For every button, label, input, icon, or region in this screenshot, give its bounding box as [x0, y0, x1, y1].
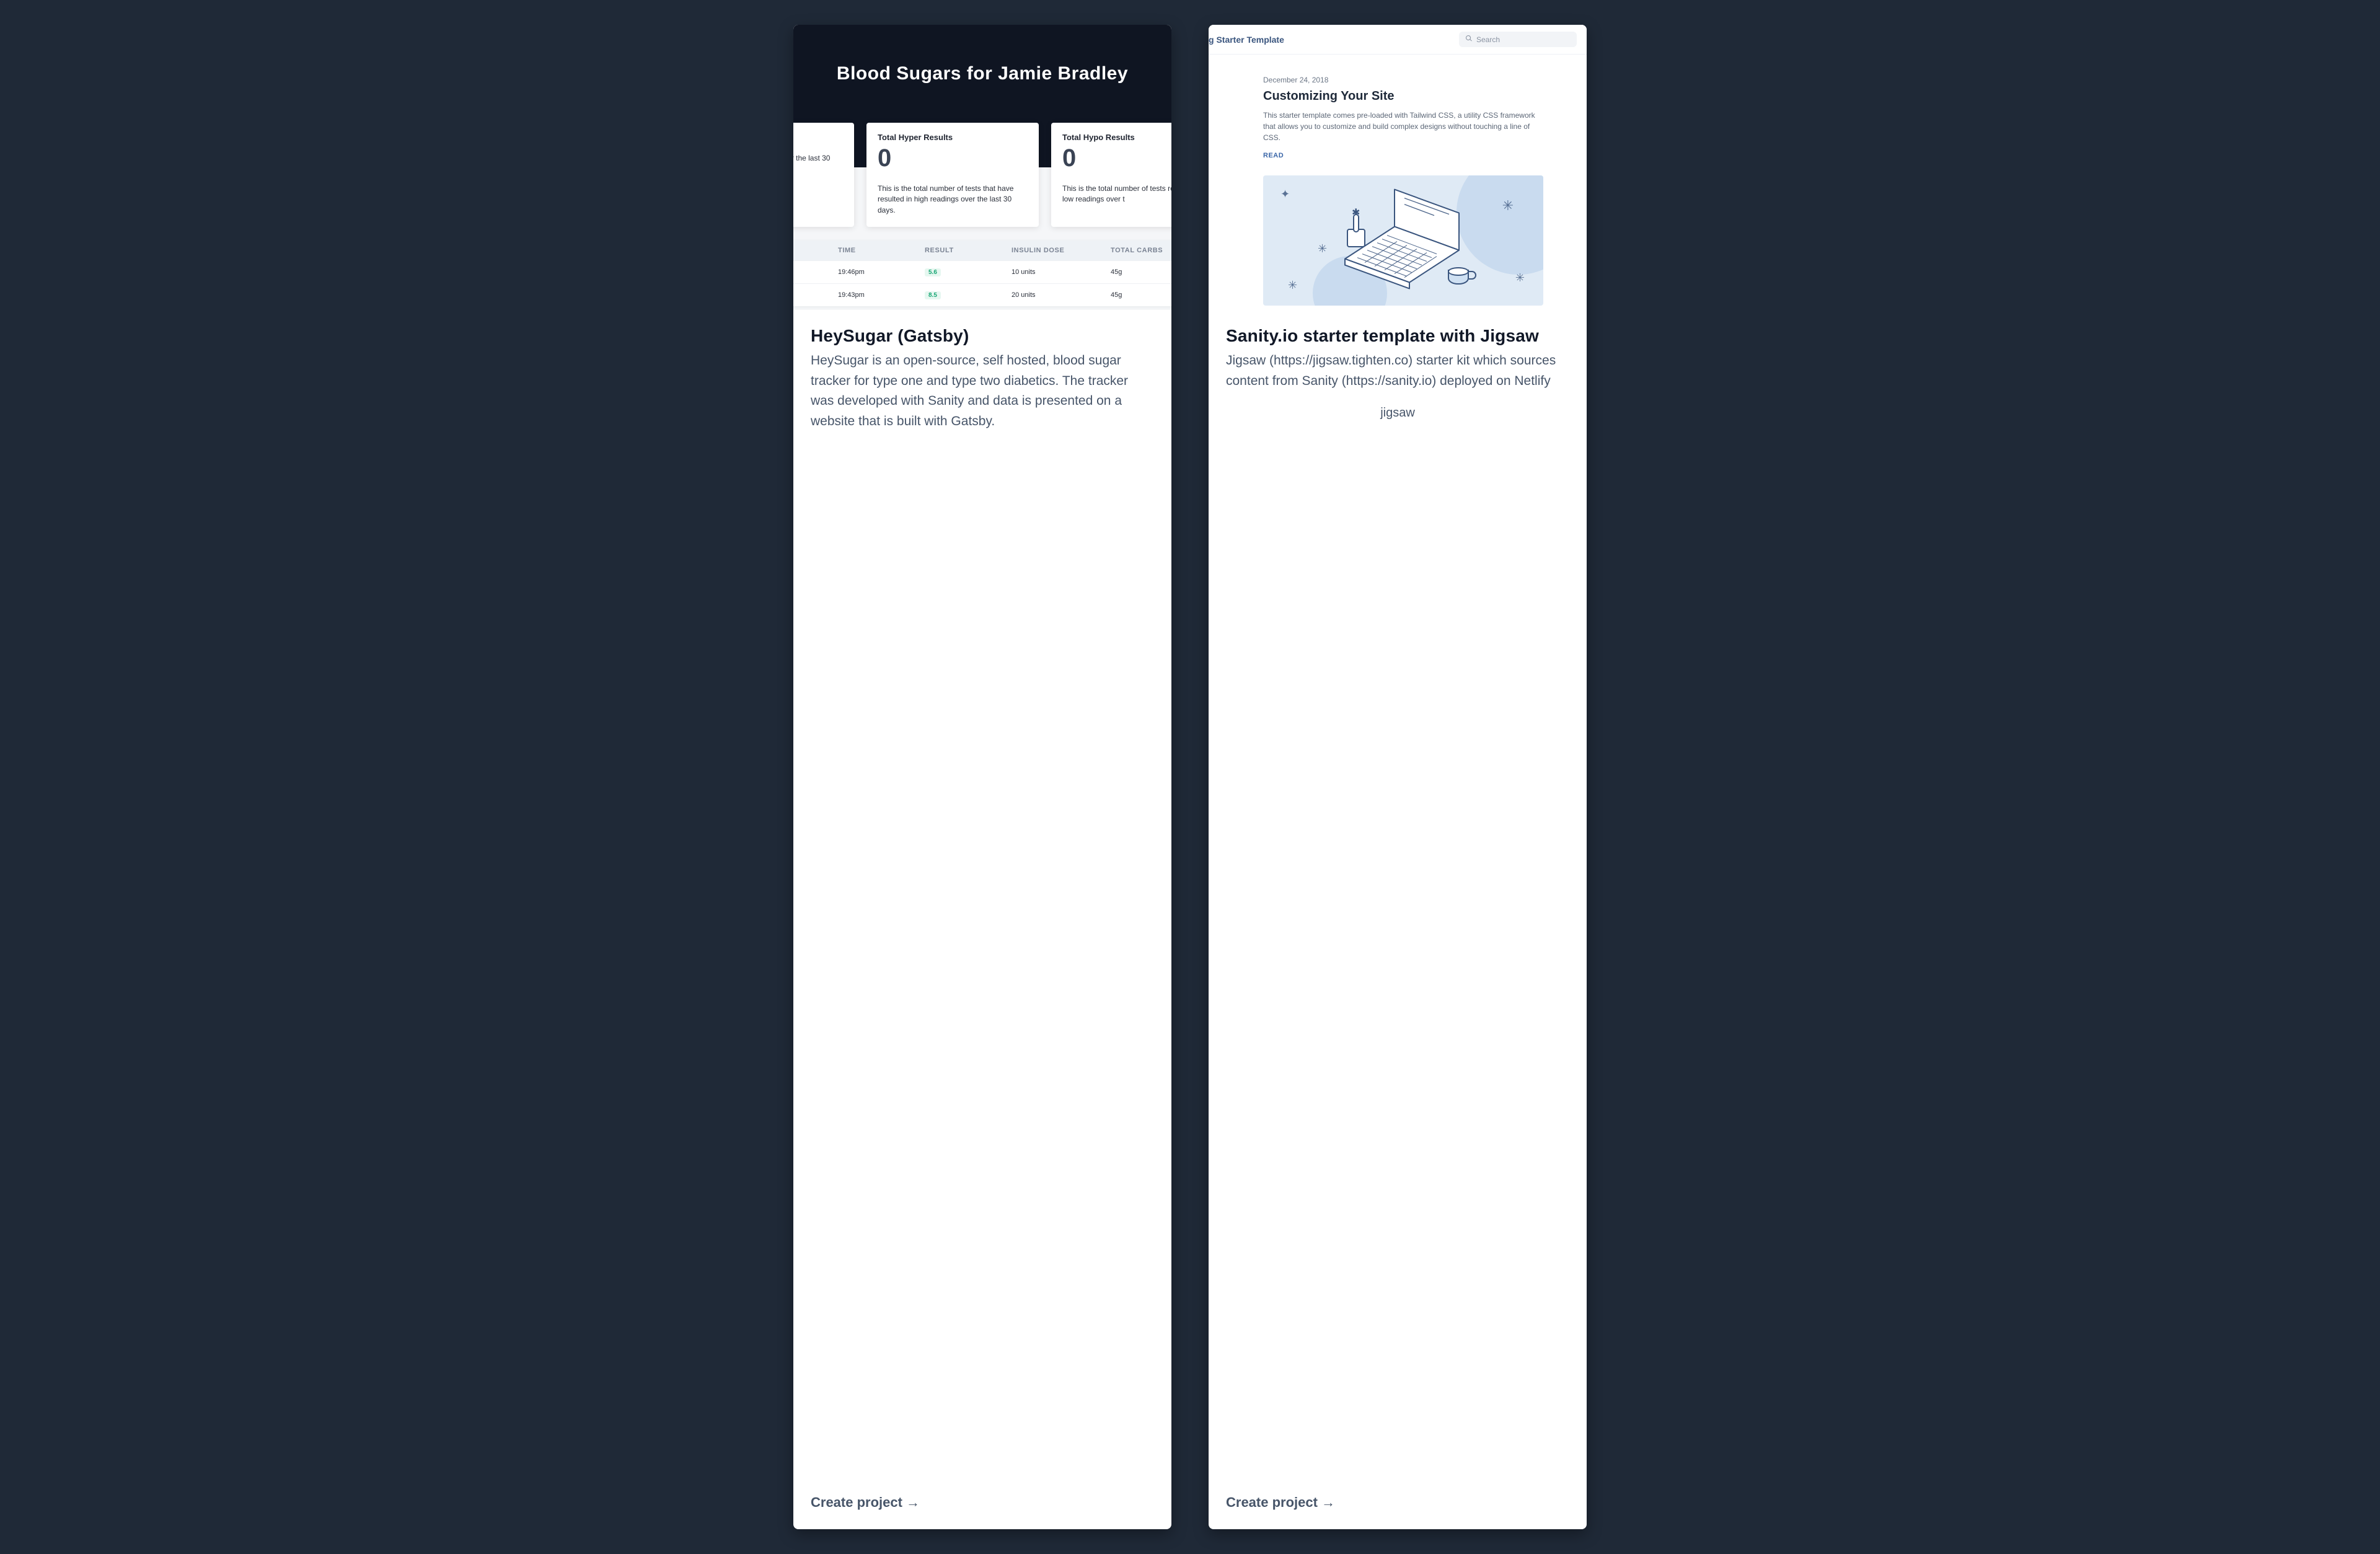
sparkle-icon: ✳ — [1288, 279, 1297, 292]
table-header: TOTAL CARBS — [1111, 247, 1171, 254]
cell-day: sday) — [793, 291, 838, 299]
table-row: sday) 19:43pm 8.5 20 units 45g — [793, 283, 1171, 306]
card-body: Sanity.io starter template with Jigsaw J… — [1209, 310, 1587, 1529]
search-box: Search — [1459, 32, 1577, 47]
table-header-row: TIME RESULT INSULIN DOSE TOTAL CARBS — [793, 241, 1171, 260]
hero-title: Blood Sugars for Jamie Bradley — [793, 63, 1171, 84]
cell-day: sday) — [793, 268, 838, 276]
stat-label: Total Hypo Results — [1062, 133, 1171, 142]
sparkle-icon: ✳ — [1502, 198, 1514, 214]
search-placeholder: Search — [1476, 35, 1500, 44]
stat-desc: rage blood sugar based on ver the last 3… — [793, 153, 843, 175]
sparkle-icon: ✳ — [1515, 272, 1525, 285]
card-title: HeySugar (Gatsby) — [811, 326, 1154, 346]
preview-post: December 24, 2018 Customizing Your Site … — [1209, 55, 1587, 306]
cell-insulin: 10 units — [1011, 268, 1111, 276]
stat-value: 0 — [878, 144, 1028, 172]
card-cta: Create project → — [811, 1477, 1154, 1511]
cell-carbs: 45g — [1111, 291, 1171, 299]
stat-card: Total Hypo Results 0 This is the total n… — [1051, 123, 1171, 227]
brand-text: g Starter Template — [1209, 35, 1284, 45]
cell-insulin: 20 units — [1011, 291, 1111, 299]
create-project-link[interactable]: Create project → — [811, 1494, 920, 1510]
cell-carbs: 45g — [1111, 268, 1171, 276]
card-body: HeySugar (Gatsby) HeySugar is an open-so… — [793, 310, 1171, 1529]
cta-label: Create project → — [1226, 1494, 1335, 1510]
stat-label: d Sugar (mmol/L) — [793, 133, 843, 142]
stat-value: 0 — [1062, 144, 1171, 172]
stat-desc: This is the total number of tests that h… — [878, 183, 1028, 216]
sparkle-icon: ✳ — [1318, 242, 1327, 255]
card-description: HeySugar is an open-source, self hosted,… — [811, 351, 1154, 431]
post-title: Customizing Your Site — [1263, 89, 1543, 104]
mug-icon — [1448, 270, 1469, 285]
cell-time: 19:46pm — [838, 268, 925, 276]
search-icon — [1465, 35, 1473, 44]
post-date: December 24, 2018 — [1263, 76, 1543, 84]
card-title: Sanity.io starter template with Jigsaw — [1226, 326, 1569, 346]
table-header: INSULIN DOSE — [1011, 247, 1111, 254]
preview-navbar: g Starter Template Search — [1209, 25, 1587, 55]
stat-card: d Sugar (mmol/L) rage blood sugar based … — [793, 123, 854, 227]
cell-time: 19:43pm — [838, 291, 925, 299]
preview-image: g Starter Template Search December 24, 2… — [1209, 25, 1587, 310]
results-table: TIME RESULT INSULIN DOSE TOTAL CARBS sda… — [793, 241, 1171, 306]
post-illustration: ✦ ✳ ✳ ✳ ✳ ✱ — [1263, 175, 1543, 306]
template-card-jigsaw[interactable]: g Starter Template Search December 24, 2… — [1209, 25, 1587, 1529]
create-project-link[interactable]: Create project → — [1226, 1494, 1335, 1510]
table-header: TIME — [838, 247, 925, 254]
preview-image: Blood Sugars for Jamie Bradley d Sugar (… — [793, 25, 1171, 310]
card-cta: Create project → — [1226, 1477, 1569, 1511]
table-header: RESULT — [925, 247, 1011, 254]
stat-label: Total Hyper Results — [878, 133, 1028, 142]
template-card-heysugar[interactable]: Blood Sugars for Jamie Bradley d Sugar (… — [793, 25, 1171, 1529]
read-link: READ — [1263, 152, 1284, 159]
stat-desc: This is the total number of tests result… — [1062, 183, 1171, 205]
stat-cards-row: d Sugar (mmol/L) rage blood sugar based … — [793, 123, 1171, 227]
post-excerpt: This starter template comes pre-loaded w… — [1263, 110, 1543, 143]
sparkle-icon: ✦ — [1280, 188, 1290, 201]
cell-result: 5.6 — [925, 268, 941, 276]
table-header — [793, 247, 838, 254]
cta-label: Create project → — [811, 1494, 920, 1510]
cell-result: 8.5 — [925, 291, 941, 299]
table-row: sday) 19:46pm 5.6 10 units 45g — [793, 260, 1171, 283]
card-tag: jigsaw — [1226, 406, 1569, 420]
stat-card: Total Hyper Results 0 This is the total … — [866, 123, 1039, 227]
card-description: Jigsaw (https://jigsaw.tighten.co) start… — [1226, 351, 1569, 391]
